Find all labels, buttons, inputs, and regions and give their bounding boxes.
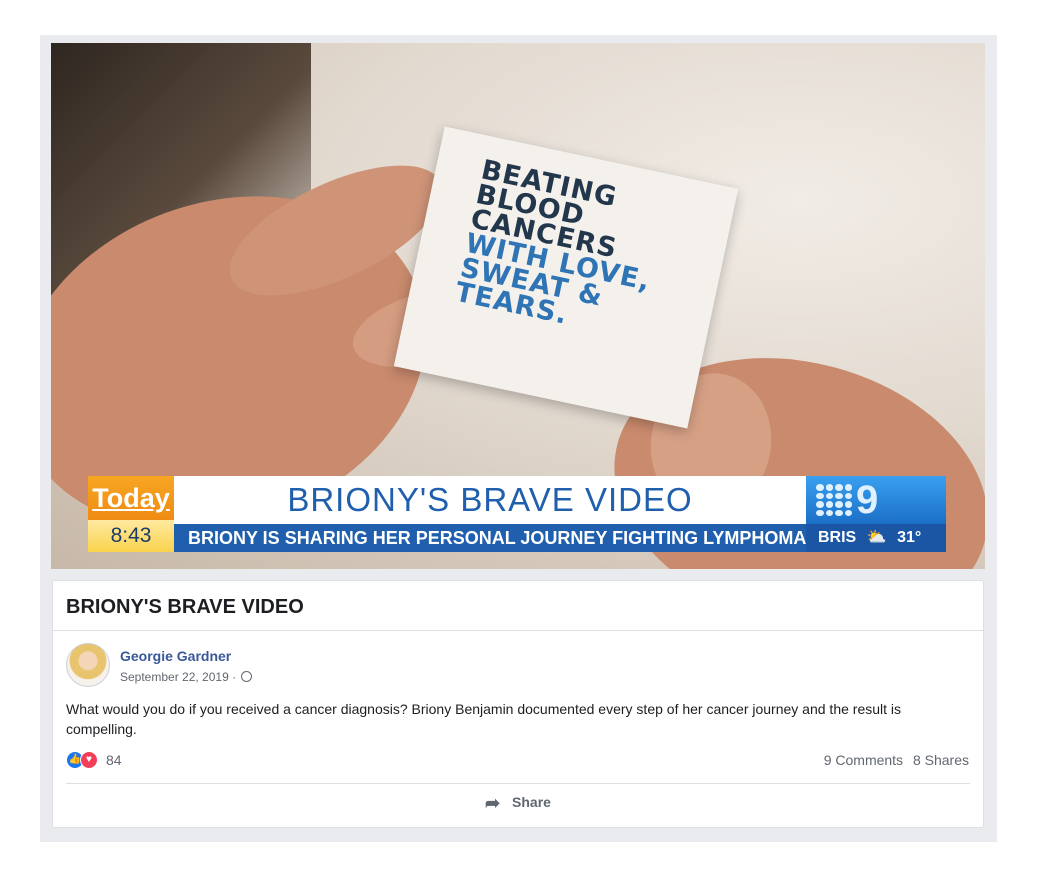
weather-temperature: 31°	[897, 529, 922, 546]
card-text: BEATING BLOOD CANCERS WITH LOVE, SWEAT &…	[452, 154, 719, 354]
love-reaction-icon: ♥	[80, 751, 98, 769]
today-show-logo: Today	[88, 476, 174, 520]
tv-lower-third: Today 8:43 BRIONY'S BRAVE VIDEO BRIONY I…	[88, 474, 946, 554]
post-meta: September 22, 2019 ·	[120, 670, 253, 684]
shares-count-link[interactable]: 8 Shares	[913, 752, 969, 768]
share-button[interactable]: ➦ Share	[53, 793, 983, 814]
nine-dots-icon	[816, 484, 852, 516]
share-label: Share	[512, 794, 551, 810]
cloud-sun-icon: ⛅	[866, 529, 887, 546]
share-icon: ➦	[485, 793, 501, 813]
post-date-link[interactable]: September 22, 2019 ·	[120, 670, 236, 684]
weather-strip: BRIS ⛅ 31°	[806, 524, 946, 552]
divider	[66, 783, 970, 784]
lower-third-subtitle: BRIONY IS SHARING HER PERSONAL JOURNEY F…	[174, 524, 806, 552]
reaction-count: 84	[106, 752, 122, 768]
broadcast-time: 8:43	[88, 520, 174, 552]
nine-numeral: 9	[856, 478, 879, 522]
weather-city: BRIS	[818, 529, 857, 546]
post-title: BRIONY'S BRAVE VIDEO	[66, 596, 304, 618]
comments-count-link[interactable]: 9 Comments	[824, 752, 903, 768]
post-text: What would you do if you received a canc…	[66, 701, 902, 737]
business-card: BEATING BLOOD CANCERS WITH LOVE, SWEAT &…	[393, 126, 739, 429]
channel-nine-logo: 9	[806, 476, 946, 524]
avatar[interactable]	[66, 643, 110, 687]
facebook-post-card: BRIONY'S BRAVE VIDEO Georgie Gardner Sep…	[52, 580, 984, 828]
divider	[53, 630, 983, 631]
lower-third-title: BRIONY'S BRAVE VIDEO	[174, 476, 806, 524]
author-name-link[interactable]: Georgie Gardner	[120, 648, 231, 664]
engagement-stats: 9 Comments 8 Shares	[818, 752, 969, 768]
globe-icon	[241, 671, 253, 682]
